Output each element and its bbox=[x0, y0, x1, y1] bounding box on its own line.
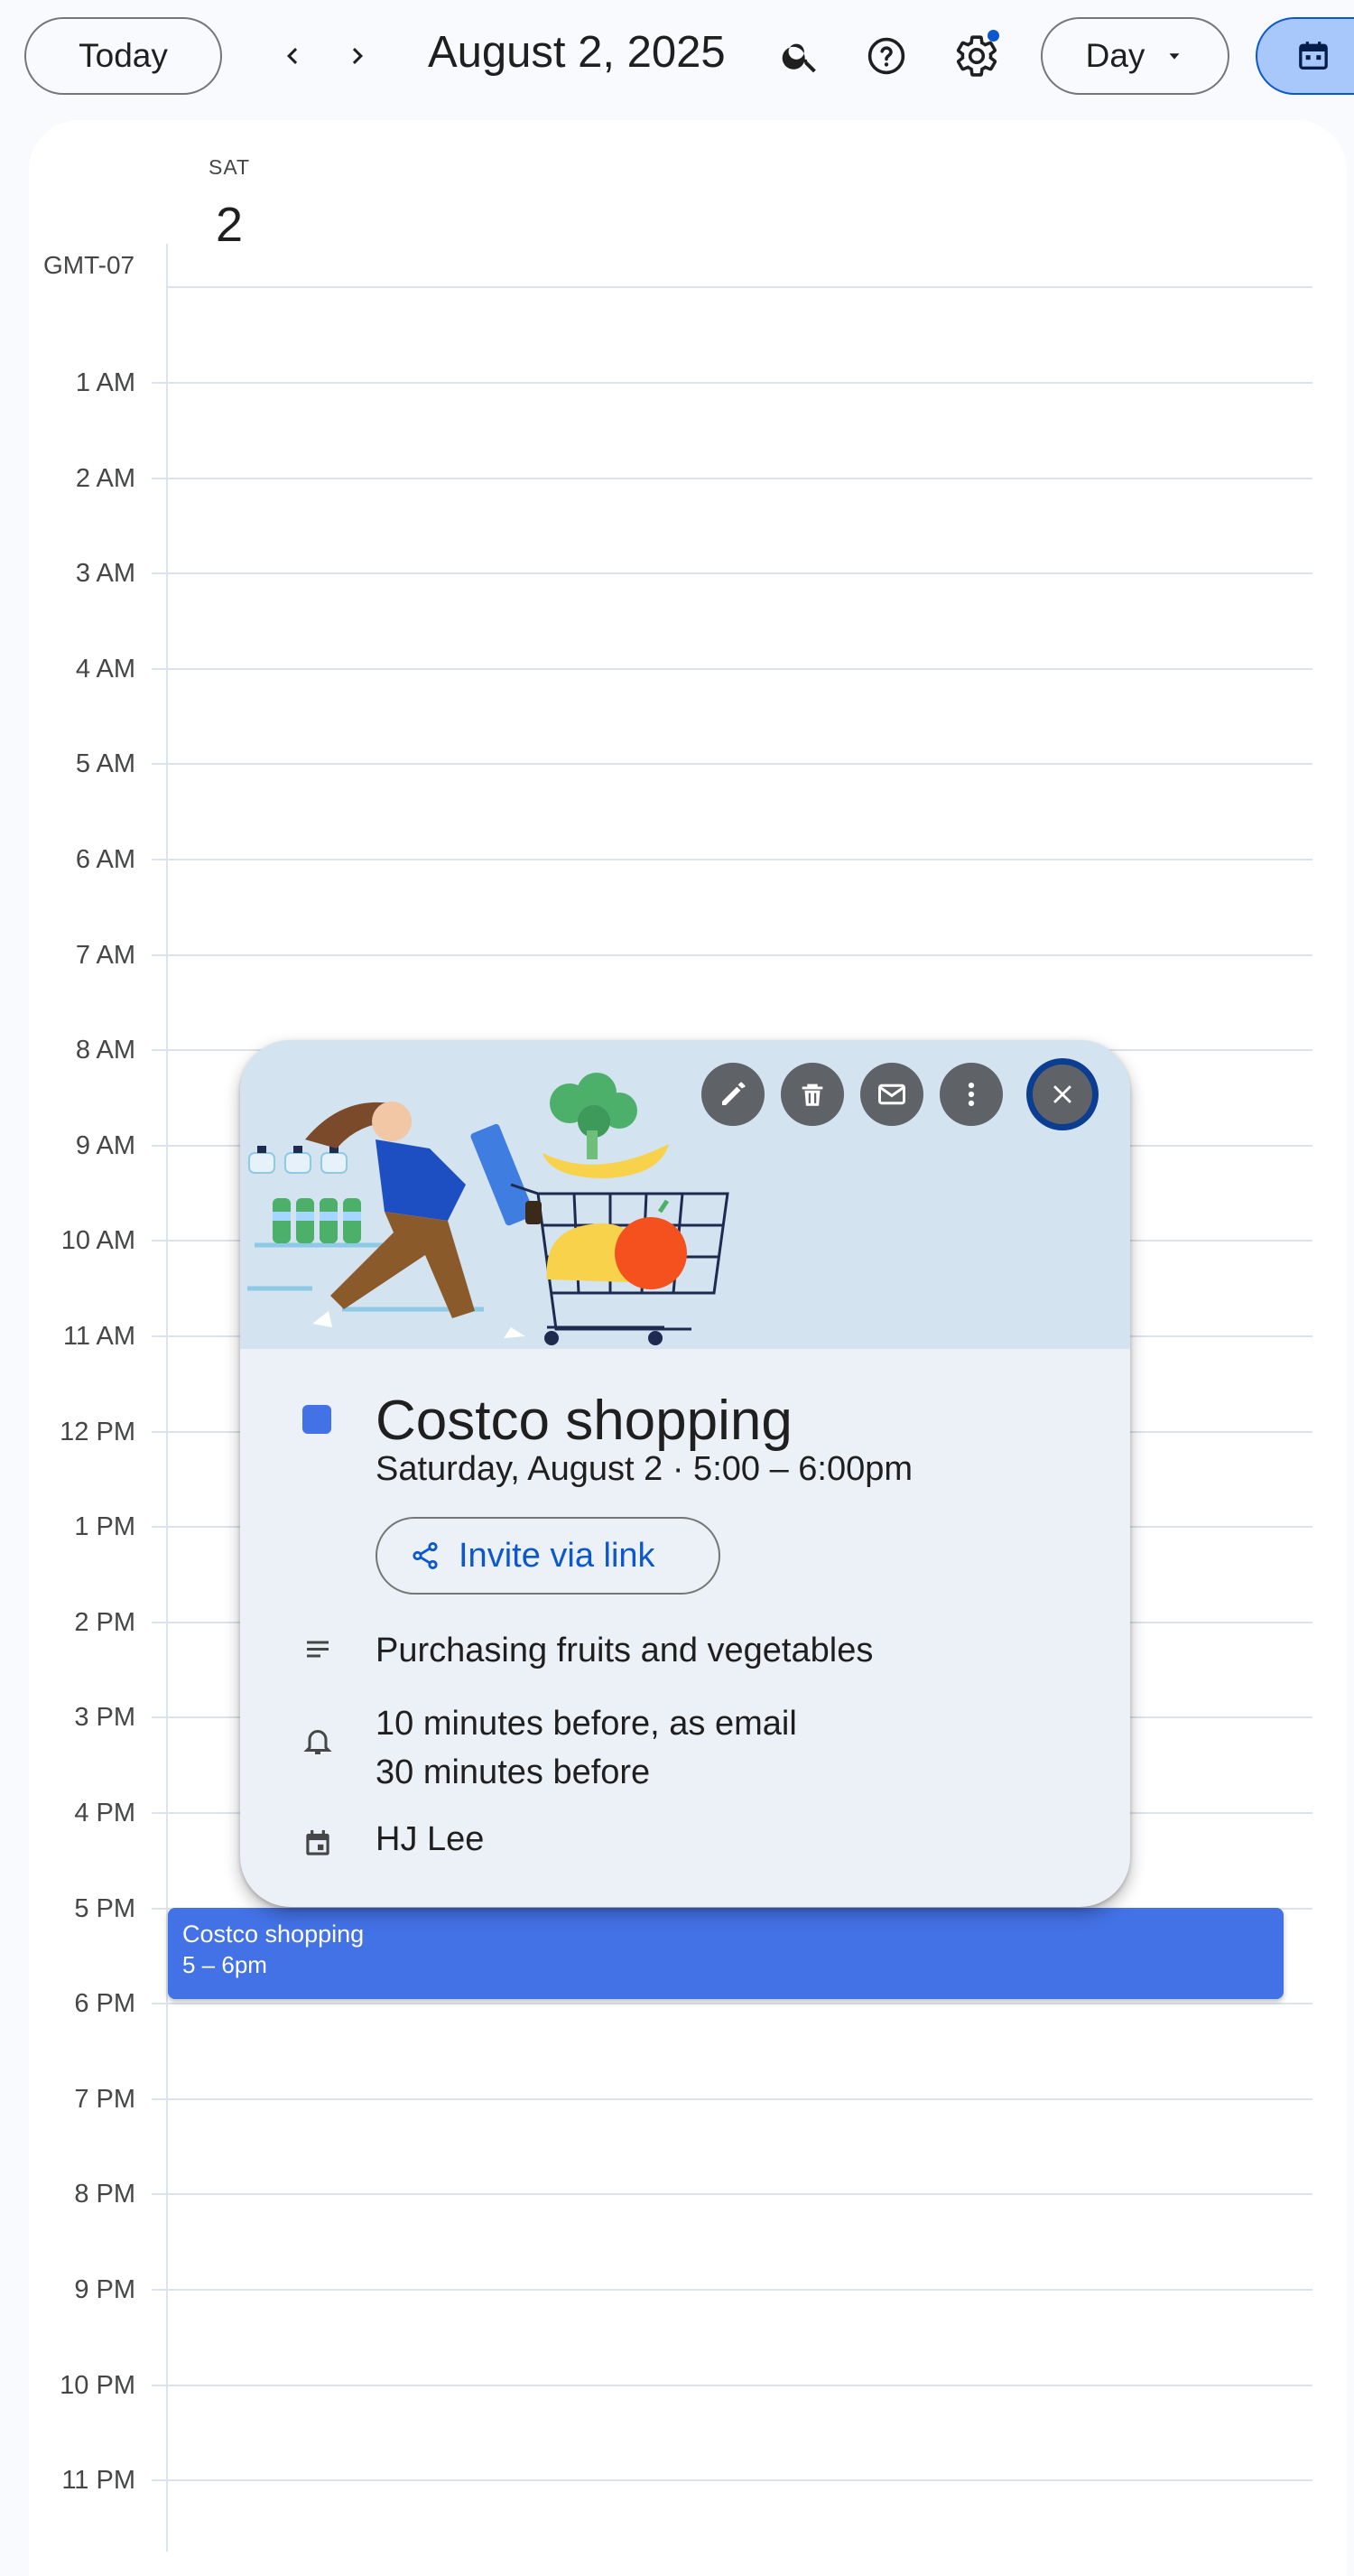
dropdown-arrow-icon bbox=[1169, 53, 1180, 60]
more-vert-icon bbox=[968, 1082, 975, 1107]
invite-via-link-label: Invite via link bbox=[459, 1536, 655, 1575]
event-color-indicator bbox=[302, 1405, 331, 1434]
chevron-left-icon bbox=[287, 48, 298, 64]
hour-label: 3 AM bbox=[75, 559, 135, 588]
hour-gridline bbox=[152, 382, 1312, 384]
more-options-button[interactable] bbox=[940, 1063, 1003, 1126]
close-popup-button[interactable] bbox=[1026, 1058, 1099, 1130]
hour-label: 11 PM bbox=[61, 2466, 135, 2495]
hour-label: 1 PM bbox=[74, 1512, 135, 1541]
email-guests-button[interactable] bbox=[860, 1063, 923, 1126]
hour-label: 3 PM bbox=[74, 1703, 135, 1732]
event-block-costco[interactable]: Costco shopping 5 – 6pm bbox=[168, 1908, 1284, 1999]
delete-event-button[interactable] bbox=[781, 1063, 844, 1126]
hour-label: 11 AM bbox=[62, 1322, 135, 1351]
share-icon bbox=[413, 1541, 438, 1570]
reminder-2: 30 minutes before bbox=[376, 1753, 651, 1791]
hour-gridline bbox=[152, 954, 1312, 956]
current-date-title: August 2, 2025 bbox=[428, 28, 726, 77]
event-details-popup: Costco shopping Saturday, August 2 · 5:0… bbox=[240, 1040, 1130, 1907]
event-block-time: 5 – 6pm bbox=[182, 1951, 267, 1978]
calendar-owner: HJ Lee bbox=[376, 1820, 485, 1858]
hour-label: 6 PM bbox=[74, 1989, 135, 2018]
hour-label: 9 PM bbox=[74, 2275, 135, 2304]
hour-label: 10 AM bbox=[60, 1226, 135, 1255]
close-icon bbox=[1053, 1085, 1071, 1103]
hour-label: 2 PM bbox=[74, 1608, 135, 1637]
view-selector-label: Day bbox=[1085, 37, 1145, 74]
close-button-inner bbox=[1033, 1065, 1092, 1124]
invite-via-link-button[interactable]: Invite via link bbox=[376, 1517, 720, 1595]
event-description: Purchasing fruits and vegetables bbox=[376, 1632, 874, 1669]
hour-label: 12 PM bbox=[60, 1418, 135, 1446]
delete-icon bbox=[802, 1083, 823, 1106]
previous-day-button[interactable] bbox=[267, 31, 318, 81]
hour-gridline bbox=[152, 2385, 1312, 2386]
reminder-1: 10 minutes before, as email bbox=[376, 1705, 797, 1743]
hour-gridline bbox=[152, 2193, 1312, 2195]
description-icon bbox=[300, 1632, 336, 1669]
hour-gridline bbox=[152, 2479, 1312, 2481]
hour-gridline bbox=[152, 478, 1312, 479]
settings-button[interactable] bbox=[948, 27, 1006, 85]
hour-label: 6 AM bbox=[75, 845, 135, 874]
hour-label: 7 AM bbox=[75, 941, 135, 970]
bell-icon bbox=[300, 1723, 336, 1759]
today-button[interactable]: Today bbox=[24, 17, 222, 95]
calendar-owner-icon bbox=[300, 1826, 336, 1862]
hour-label: 2 AM bbox=[75, 464, 135, 493]
next-day-button[interactable] bbox=[332, 31, 383, 81]
hour-gridline bbox=[152, 2098, 1312, 2100]
hour-label: 4 PM bbox=[74, 1799, 135, 1827]
chevron-right-icon bbox=[352, 48, 363, 64]
hour-label: 10 PM bbox=[60, 2371, 135, 2400]
hour-label: 7 PM bbox=[74, 2085, 135, 2114]
search-icon bbox=[782, 43, 816, 73]
top-bar: Today August 2, 2025 Day bbox=[0, 0, 1354, 114]
notification-dot bbox=[988, 30, 999, 42]
hour-gridline bbox=[152, 572, 1312, 574]
email-icon bbox=[878, 1083, 905, 1105]
hour-gridline bbox=[152, 668, 1312, 670]
hour-label: 4 AM bbox=[75, 655, 135, 684]
hour-gridline bbox=[152, 2289, 1312, 2291]
time-gutter-divider bbox=[166, 244, 168, 2552]
hour-label: 5 PM bbox=[74, 1894, 135, 1923]
popup-header bbox=[240, 1040, 1130, 1349]
help-button[interactable] bbox=[858, 27, 915, 85]
event-title: Costco shopping bbox=[376, 1390, 793, 1452]
hour-label: 8 AM bbox=[75, 1036, 135, 1065]
edit-icon bbox=[722, 1082, 746, 1105]
hour-label: 5 AM bbox=[75, 749, 135, 778]
help-icon bbox=[867, 37, 905, 75]
search-button[interactable] bbox=[772, 27, 830, 85]
calendar-view-button[interactable] bbox=[1256, 17, 1354, 95]
view-selector[interactable]: Day bbox=[1041, 17, 1229, 95]
hour-label: 9 AM bbox=[75, 1131, 135, 1160]
event-block-title: Costco shopping bbox=[182, 1920, 365, 1948]
hour-gridline bbox=[152, 859, 1312, 860]
event-datetime: Saturday, August 2 · 5:00 – 6:00pm bbox=[376, 1450, 913, 1488]
timezone-label: GMT-07 bbox=[43, 251, 135, 279]
calendar-icon bbox=[1299, 42, 1328, 70]
hour-label: 1 AM bbox=[75, 368, 135, 397]
hour-gridline bbox=[152, 763, 1312, 765]
hour-label: 8 PM bbox=[74, 2180, 135, 2209]
grid-top-border bbox=[168, 286, 1312, 288]
hour-gridline bbox=[152, 2003, 1312, 2004]
edit-event-button[interactable] bbox=[701, 1063, 765, 1126]
